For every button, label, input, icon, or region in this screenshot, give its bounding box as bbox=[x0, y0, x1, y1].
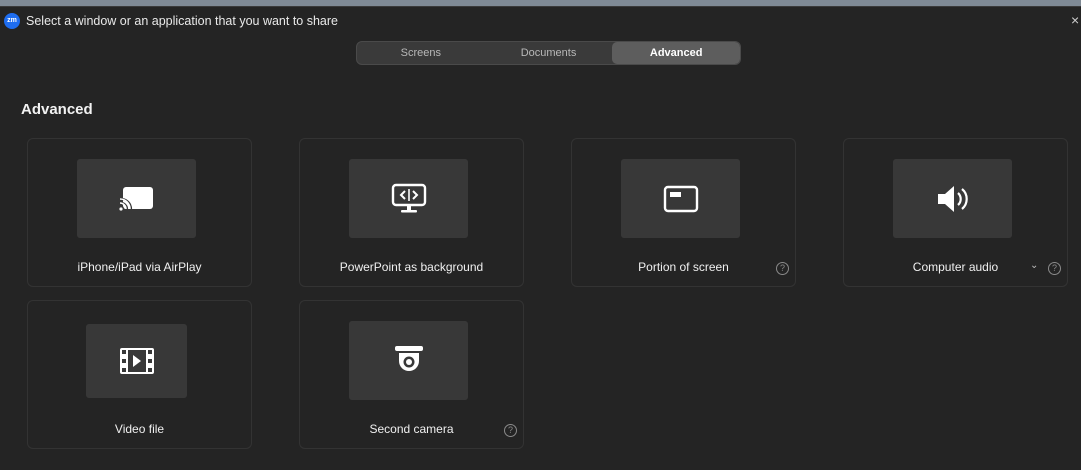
powerpoint-thumbnail bbox=[349, 159, 468, 238]
computer-audio-card[interactable]: Computer audio ⌄ ? bbox=[843, 138, 1068, 287]
video-thumbnail bbox=[86, 324, 187, 398]
airplay-cast-icon bbox=[118, 186, 153, 211]
tab-advanced[interactable]: Advanced bbox=[612, 42, 740, 64]
video-file-card[interactable]: Video file bbox=[27, 300, 252, 449]
zoom-logo-icon: zm bbox=[4, 13, 20, 29]
section-title: Advanced bbox=[21, 101, 93, 118]
help-icon[interactable]: ? bbox=[1048, 262, 1061, 275]
powerpoint-card[interactable]: PowerPoint as background bbox=[299, 138, 524, 287]
dialog-title: Select a window or an application that y… bbox=[26, 14, 338, 28]
card-label: Portion of screen bbox=[638, 260, 729, 274]
chevron-down-icon[interactable]: ⌄ bbox=[1030, 260, 1038, 271]
audio-thumbnail bbox=[893, 159, 1012, 238]
help-icon[interactable]: ? bbox=[504, 424, 517, 437]
airplay-thumbnail bbox=[77, 159, 196, 238]
screen-portion-icon bbox=[663, 185, 698, 212]
title-bar: zm Select a window or an application tha… bbox=[0, 7, 1081, 35]
card-label: iPhone/iPad via AirPlay bbox=[77, 260, 202, 274]
help-icon[interactable]: ? bbox=[776, 262, 789, 275]
speaker-icon bbox=[937, 185, 968, 212]
portion-of-screen-card[interactable]: Portion of screen ? bbox=[571, 138, 796, 287]
portion-thumbnail bbox=[621, 159, 740, 238]
powerpoint-monitor-icon bbox=[391, 183, 426, 212]
tab-documents[interactable]: Documents bbox=[485, 42, 613, 64]
card-label: Video file bbox=[114, 422, 165, 436]
close-button[interactable]: × bbox=[1071, 12, 1081, 28]
card-label: Second camera bbox=[369, 422, 454, 436]
share-dialog: zm Select a window or an application tha… bbox=[0, 6, 1081, 470]
card-label: PowerPoint as background bbox=[339, 260, 484, 274]
share-tabs: Screens Documents Advanced bbox=[356, 41, 741, 65]
airplay-card[interactable]: iPhone/iPad via AirPlay bbox=[27, 138, 252, 287]
camera-icon bbox=[394, 345, 423, 371]
second-camera-card[interactable]: Second camera ? bbox=[299, 300, 524, 449]
tab-screens[interactable]: Screens bbox=[357, 42, 485, 64]
film-icon bbox=[119, 348, 154, 374]
camera-thumbnail bbox=[349, 321, 468, 400]
